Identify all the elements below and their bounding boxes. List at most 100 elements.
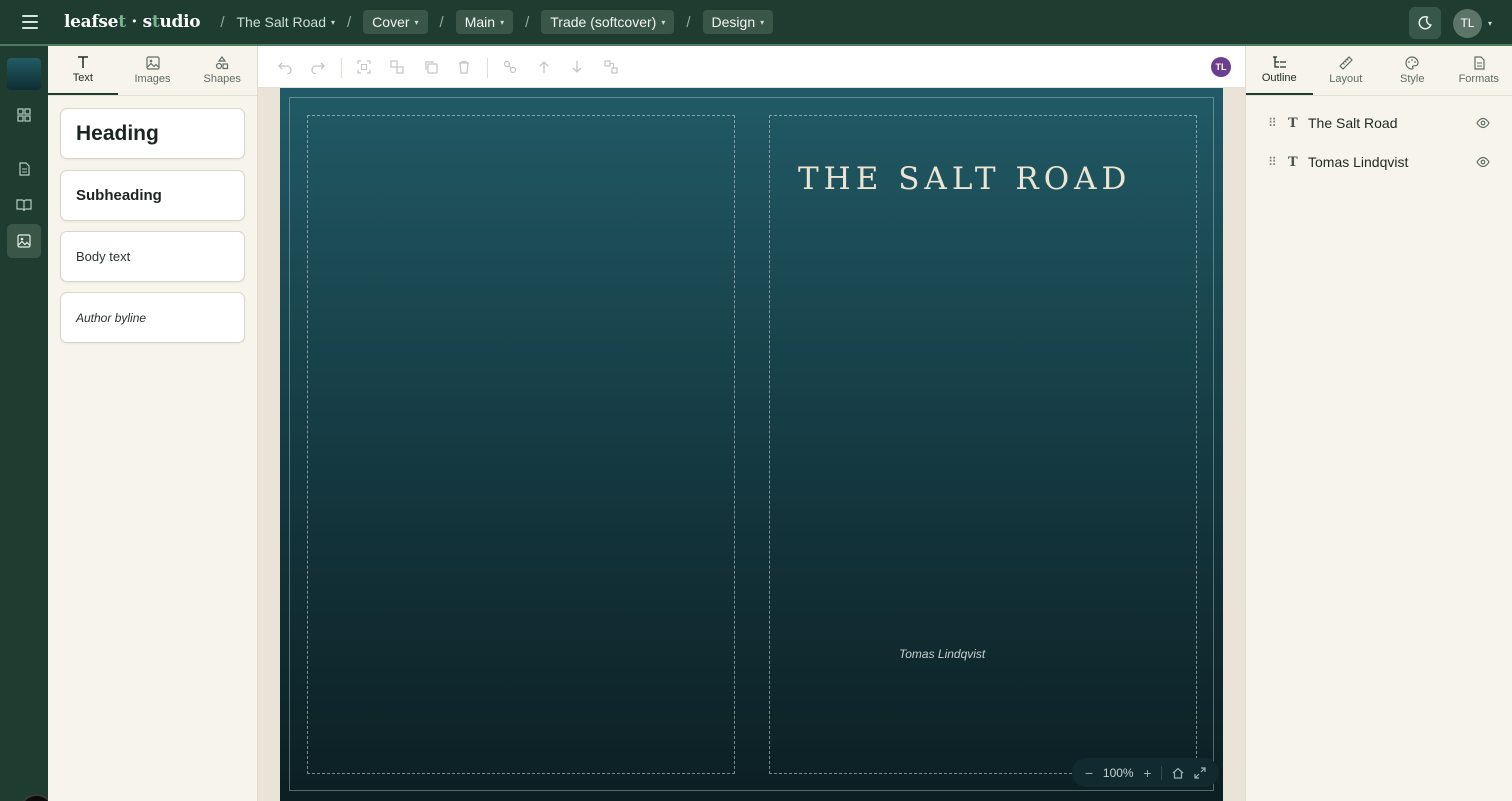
tab-label: Formats — [1458, 73, 1499, 85]
arrow-down-icon — [572, 61, 582, 73]
cover-thumbnail[interactable] — [7, 58, 41, 90]
zoom-out-button[interactable]: − — [1085, 765, 1093, 781]
breadcrumb-format[interactable]: Trade (softcover) ▾ — [541, 10, 675, 34]
tab-label: Shapes — [203, 73, 241, 85]
rail-grid-button[interactable] — [7, 98, 41, 132]
send-backward-button[interactable] — [568, 58, 586, 76]
tab-formats[interactable]: Formats — [1446, 46, 1512, 95]
tab-outline[interactable]: Outline — [1246, 46, 1313, 95]
breadcrumb-cover[interactable]: Cover ▾ — [363, 10, 428, 34]
app-logo[interactable]: leafset · studio — [64, 12, 201, 32]
expand-icon — [1194, 766, 1206, 779]
redo-icon — [311, 62, 325, 74]
link-icon — [503, 60, 517, 74]
right-panel: Outline Layout Style Formats ⠿ T The Sal… — [1245, 46, 1512, 801]
cover-canvas[interactable]: THE SALT ROAD Tomas Lindqvist — [280, 88, 1223, 801]
copy-icon — [425, 61, 438, 74]
arrange-button[interactable] — [602, 58, 620, 76]
tab-label: Text — [72, 72, 93, 84]
toolbar-divider — [341, 58, 342, 78]
group-button[interactable] — [388, 58, 406, 76]
rail-document-button[interactable] — [7, 152, 41, 186]
image-icon — [17, 234, 31, 248]
ruler-icon — [1338, 56, 1353, 70]
image-icon — [145, 56, 160, 70]
outline-item-author[interactable]: ⠿ T Tomas Lindqvist — [1246, 147, 1512, 177]
outline-item-title[interactable]: ⠿ T The Salt Road — [1246, 108, 1512, 138]
breadcrumb-separator: / — [525, 13, 530, 31]
rail-book-button[interactable] — [7, 188, 41, 222]
grid-icon — [17, 108, 31, 122]
breadcrumb-separator: / — [439, 13, 444, 31]
tab-shapes[interactable]: Shapes — [187, 46, 257, 95]
breadcrumb-separator: / — [220, 13, 225, 31]
outline-item-label: The Salt Road — [1308, 115, 1398, 131]
home-button[interactable] — [1172, 767, 1184, 779]
fullscreen-button[interactable] — [1194, 766, 1206, 779]
home-icon — [1172, 767, 1184, 779]
chevron-down-icon: ▾ — [1487, 18, 1492, 28]
preset-heading[interactable]: Heading — [60, 108, 245, 159]
chevron-down-icon: ▾ — [500, 17, 505, 27]
breadcrumb-separator: / — [347, 13, 352, 31]
rail-image-button[interactable] — [7, 224, 41, 258]
theme-toggle-button[interactable] — [1408, 7, 1441, 39]
tab-images[interactable]: Images — [118, 46, 188, 95]
left-rail: N — [0, 46, 54, 801]
tab-label: Images — [134, 73, 171, 85]
chevron-down-icon: ▾ — [661, 17, 666, 27]
undo-button[interactable] — [276, 58, 294, 76]
text-icon — [77, 56, 88, 68]
cover-title-text[interactable]: THE SALT ROAD — [798, 161, 1131, 197]
book-icon — [16, 199, 32, 212]
chevron-down-icon: ▾ — [760, 17, 765, 27]
tab-layout[interactable]: Layout — [1313, 46, 1380, 95]
select-icon — [357, 60, 371, 74]
menu-icon[interactable] — [22, 15, 42, 29]
left-panel: Text Images Shapes Heading Subheading Bo… — [48, 46, 258, 801]
breadcrumb-design[interactable]: Design ▾ — [702, 10, 774, 34]
tab-text[interactable]: Text — [48, 46, 118, 95]
tab-style[interactable]: Style — [1379, 46, 1446, 95]
breadcrumb-separator: / — [686, 13, 691, 31]
preset-body-text[interactable]: Body text — [60, 231, 245, 282]
zoom-level: 100% — [1102, 765, 1134, 780]
drag-handle-icon[interactable]: ⠿ — [1268, 155, 1277, 169]
select-button[interactable] — [355, 58, 373, 76]
chevron-down-icon: ▾ — [414, 17, 419, 27]
delete-button[interactable] — [455, 58, 473, 76]
tab-label: Outline — [1261, 72, 1297, 84]
zoom-in-button[interactable]: + — [1143, 765, 1151, 781]
breadcrumb-project[interactable]: The Salt Road ▾ — [236, 14, 335, 30]
redo-button[interactable] — [309, 58, 327, 76]
link-button[interactable] — [501, 58, 519, 76]
breadcrumb-main[interactable]: Main ▾ — [455, 10, 514, 34]
text-icon: T — [1288, 115, 1298, 131]
zoom-controls: − 100% + — [1072, 758, 1219, 787]
eye-icon[interactable] — [1476, 156, 1490, 168]
arrange-icon — [604, 60, 618, 74]
formats-icon — [1474, 56, 1485, 70]
eye-icon[interactable] — [1476, 117, 1490, 129]
undo-icon — [278, 62, 292, 74]
bring-forward-button[interactable] — [535, 58, 553, 76]
user-menu[interactable]: TL ▾ — [1452, 8, 1492, 38]
palette-icon — [1405, 56, 1419, 70]
outline-item-label: Tomas Lindqvist — [1308, 154, 1409, 170]
preset-label: Author byline — [76, 310, 147, 325]
cover-author-text[interactable]: Tomas Lindqvist — [899, 647, 985, 661]
group-icon — [390, 60, 404, 74]
duplicate-button[interactable] — [422, 58, 440, 76]
preset-label: Heading — [76, 121, 159, 145]
drag-handle-icon[interactable]: ⠿ — [1268, 116, 1277, 130]
zoom-divider — [1161, 765, 1163, 780]
preset-label: Subheading — [76, 187, 162, 204]
tab-label: Layout — [1329, 73, 1363, 85]
top-bar: leafset · studio / The Salt Road ▾ / Cove… — [0, 0, 1512, 46]
back-cover-safe-area — [307, 115, 735, 774]
preset-subheading[interactable]: Subheading — [60, 170, 245, 221]
toolbar-divider — [487, 58, 488, 78]
outline-icon — [1272, 56, 1286, 68]
preset-author-byline[interactable]: Author byline — [60, 292, 245, 343]
collaborator-avatar[interactable]: TL — [1211, 57, 1231, 77]
